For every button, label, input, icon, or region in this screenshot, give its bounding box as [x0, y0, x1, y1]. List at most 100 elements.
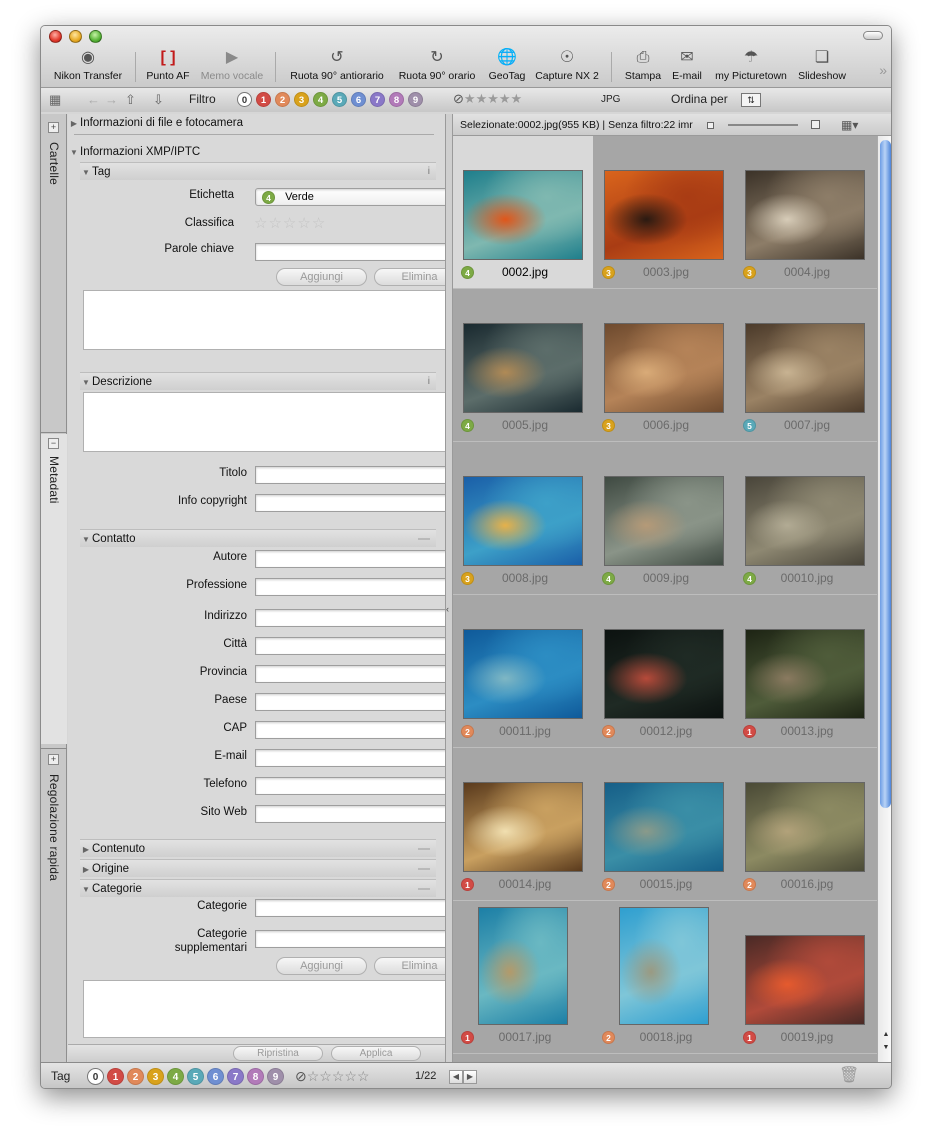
status-label-2-button[interactable]: 2: [127, 1068, 144, 1086]
status-label-4-button[interactable]: 4: [167, 1068, 184, 1086]
capture-nx2-button[interactable]: ☉ Capture NX 2: [533, 46, 601, 86]
filter-label-3-button[interactable]: 3: [294, 92, 309, 107]
panel-splitter[interactable]: ‹: [445, 114, 453, 1062]
rotate-ccw-button[interactable]: ↺ Ruota 90° antiorario: [285, 46, 389, 86]
thumbnail-image[interactable]: [604, 476, 724, 566]
rotate-cw-button[interactable]: ↻ Ruota 90° orario: [395, 46, 479, 86]
etichetta-select[interactable]: 4 Verde ▼: [255, 188, 445, 206]
toolbar-toggle-button[interactable]: [863, 31, 883, 40]
zoom-window-button[interactable]: [89, 30, 102, 43]
trash-icon[interactable]: 🗑: [839, 1063, 859, 1088]
status-label-0-button[interactable]: 0: [87, 1068, 104, 1086]
format-filter[interactable]: JPG: [601, 94, 620, 105]
ripristina-button[interactable]: Ripristina: [233, 1046, 323, 1061]
disclosure-down-icon[interactable]: ▼: [80, 881, 92, 899]
rating-star-icon[interactable]: ☆: [319, 1068, 332, 1084]
status-label-3-button[interactable]: 3: [147, 1068, 164, 1086]
contatto-field-input[interactable]: [255, 693, 445, 711]
thumbnail-cell[interactable]: 2 00018.jpg: [594, 901, 734, 1053]
next-page-icon[interactable]: ▶: [463, 1069, 477, 1084]
thumbnail-image[interactable]: [745, 935, 865, 1025]
large-thumb-icon[interactable]: [811, 120, 820, 129]
my-picturetown-button[interactable]: ☂ my Picturetown: [711, 46, 791, 86]
categorie-input[interactable]: [255, 899, 445, 917]
disclosure-right-icon[interactable]: ▶: [80, 841, 92, 859]
minimize-window-button[interactable]: [69, 30, 82, 43]
contatto-field-input[interactable]: [255, 550, 445, 568]
parole-chiave-input[interactable]: ▼: [255, 243, 445, 261]
thumbnail-cell[interactable]: 5 0007.jpg: [735, 289, 875, 441]
contatto-field-input[interactable]: [255, 749, 445, 767]
thumbnail-image[interactable]: [604, 629, 724, 719]
section-collapse-icon[interactable]: [418, 888, 430, 890]
tag-add-button[interactable]: Aggiungi: [276, 268, 367, 286]
thumbnail-cell[interactable]: 2 00015.jpg: [594, 748, 734, 900]
thumbnail-image[interactable]: [604, 782, 724, 872]
categorie-remove-button[interactable]: Elimina: [374, 957, 445, 975]
slideshow-button[interactable]: ❏ Slideshow: [795, 46, 849, 86]
applica-button[interactable]: Applica: [331, 1046, 421, 1061]
email-button[interactable]: ✉ E-mail: [667, 46, 707, 86]
status-label-6-button[interactable]: 6: [207, 1068, 224, 1086]
thumbnail-image[interactable]: [745, 476, 865, 566]
tab-regolazione-rapida[interactable]: + Regolazione rapida: [41, 750, 67, 1060]
thumbnail-cell[interactable]: 4 0009.jpg: [594, 442, 734, 594]
filter-label-5-button[interactable]: 5: [332, 92, 347, 107]
rating-star-icon[interactable]: ★: [511, 91, 523, 106]
thumbnail-cell[interactable]: 2 00016.jpg: [735, 748, 875, 900]
classifica-rating[interactable]: ☆☆☆☆☆: [254, 214, 326, 232]
rating-star-icon[interactable]: ☆: [283, 215, 297, 232]
disclosure-down-icon[interactable]: ▼: [80, 531, 92, 549]
tab-metadati[interactable]: − Metadati: [41, 434, 67, 744]
toolbar-overflow-icon[interactable]: »: [879, 62, 887, 78]
origine-subsection-header[interactable]: ▶ Origine: [80, 859, 436, 877]
thumbnail-image[interactable]: [463, 782, 583, 872]
disclosure-down-icon[interactable]: ▼: [80, 164, 92, 182]
file-camera-section-header[interactable]: ▶ Informazioni di file e fotocamera: [68, 114, 445, 133]
contatto-field-input[interactable]: [255, 665, 445, 683]
disclosure-right-icon[interactable]: ▶: [68, 114, 80, 133]
rating-star-icon[interactable]: ★: [499, 91, 511, 106]
section-collapse-icon[interactable]: [418, 868, 430, 870]
rating-star-icon[interactable]: ★: [487, 91, 499, 106]
no-rating-icon[interactable]: ⊘: [453, 91, 464, 106]
browser-scrollbar[interactable]: ▲ ▼: [877, 136, 891, 1062]
thumbnail-image[interactable]: [619, 907, 709, 1025]
contatto-field-input[interactable]: [255, 637, 445, 655]
memo-vocale-button[interactable]: ▶ Memo vocale: [197, 46, 267, 86]
disclosure-down-icon[interactable]: ▼: [68, 143, 80, 162]
tag-subsection-header[interactable]: ▼ Tag i: [80, 162, 436, 180]
contatto-field-input[interactable]: [255, 777, 445, 795]
filter-label-7-button[interactable]: 7: [370, 92, 385, 107]
status-label-8-button[interactable]: 8: [247, 1068, 264, 1086]
collapse-icon[interactable]: −: [48, 438, 59, 449]
rating-star-icon[interactable]: ☆: [268, 215, 282, 232]
info-icon[interactable]: i: [428, 373, 430, 391]
status-rating[interactable]: ⊘☆☆☆☆☆: [295, 1063, 370, 1088]
thumbnail-cell[interactable]: 2 00012.jpg: [594, 595, 734, 747]
categorie-add-button[interactable]: Aggiungi: [276, 957, 367, 975]
copyright-input[interactable]: [255, 494, 445, 512]
rating-star-icon[interactable]: ☆: [307, 1068, 320, 1084]
descrizione-textarea[interactable]: [83, 392, 445, 452]
thumbnail-image[interactable]: [745, 629, 865, 719]
thumbnail-image[interactable]: [463, 170, 583, 260]
info-icon[interactable]: i: [428, 163, 430, 181]
thumbnail-cell[interactable]: 3 0008.jpg: [453, 442, 593, 594]
thumbnail-cell[interactable]: 3 0006.jpg: [594, 289, 734, 441]
filter-label-9-button[interactable]: 9: [408, 92, 423, 107]
filter-label-2-button[interactable]: 2: [275, 92, 290, 107]
thumbnail-image[interactable]: [745, 170, 865, 260]
rating-star-icon[interactable]: ☆: [357, 1068, 370, 1084]
filter-label-8-button[interactable]: 8: [389, 92, 404, 107]
punto-af-button[interactable]: [ ] Punto AF: [141, 46, 195, 86]
thumbnail-cell[interactable]: 4 0002.jpg: [453, 136, 593, 288]
contatto-field-input[interactable]: [255, 609, 445, 627]
rating-star-icon[interactable]: ★: [476, 91, 488, 106]
thumbnail-image[interactable]: [604, 170, 724, 260]
rating-star-icon[interactable]: ☆: [344, 1068, 357, 1084]
stampa-button[interactable]: ⎙ Stampa: [621, 46, 665, 86]
no-rating-icon[interactable]: ⊘: [295, 1068, 307, 1084]
thumbnail-image[interactable]: [478, 907, 568, 1025]
sort-order-icon[interactable]: ⇅: [741, 93, 761, 107]
